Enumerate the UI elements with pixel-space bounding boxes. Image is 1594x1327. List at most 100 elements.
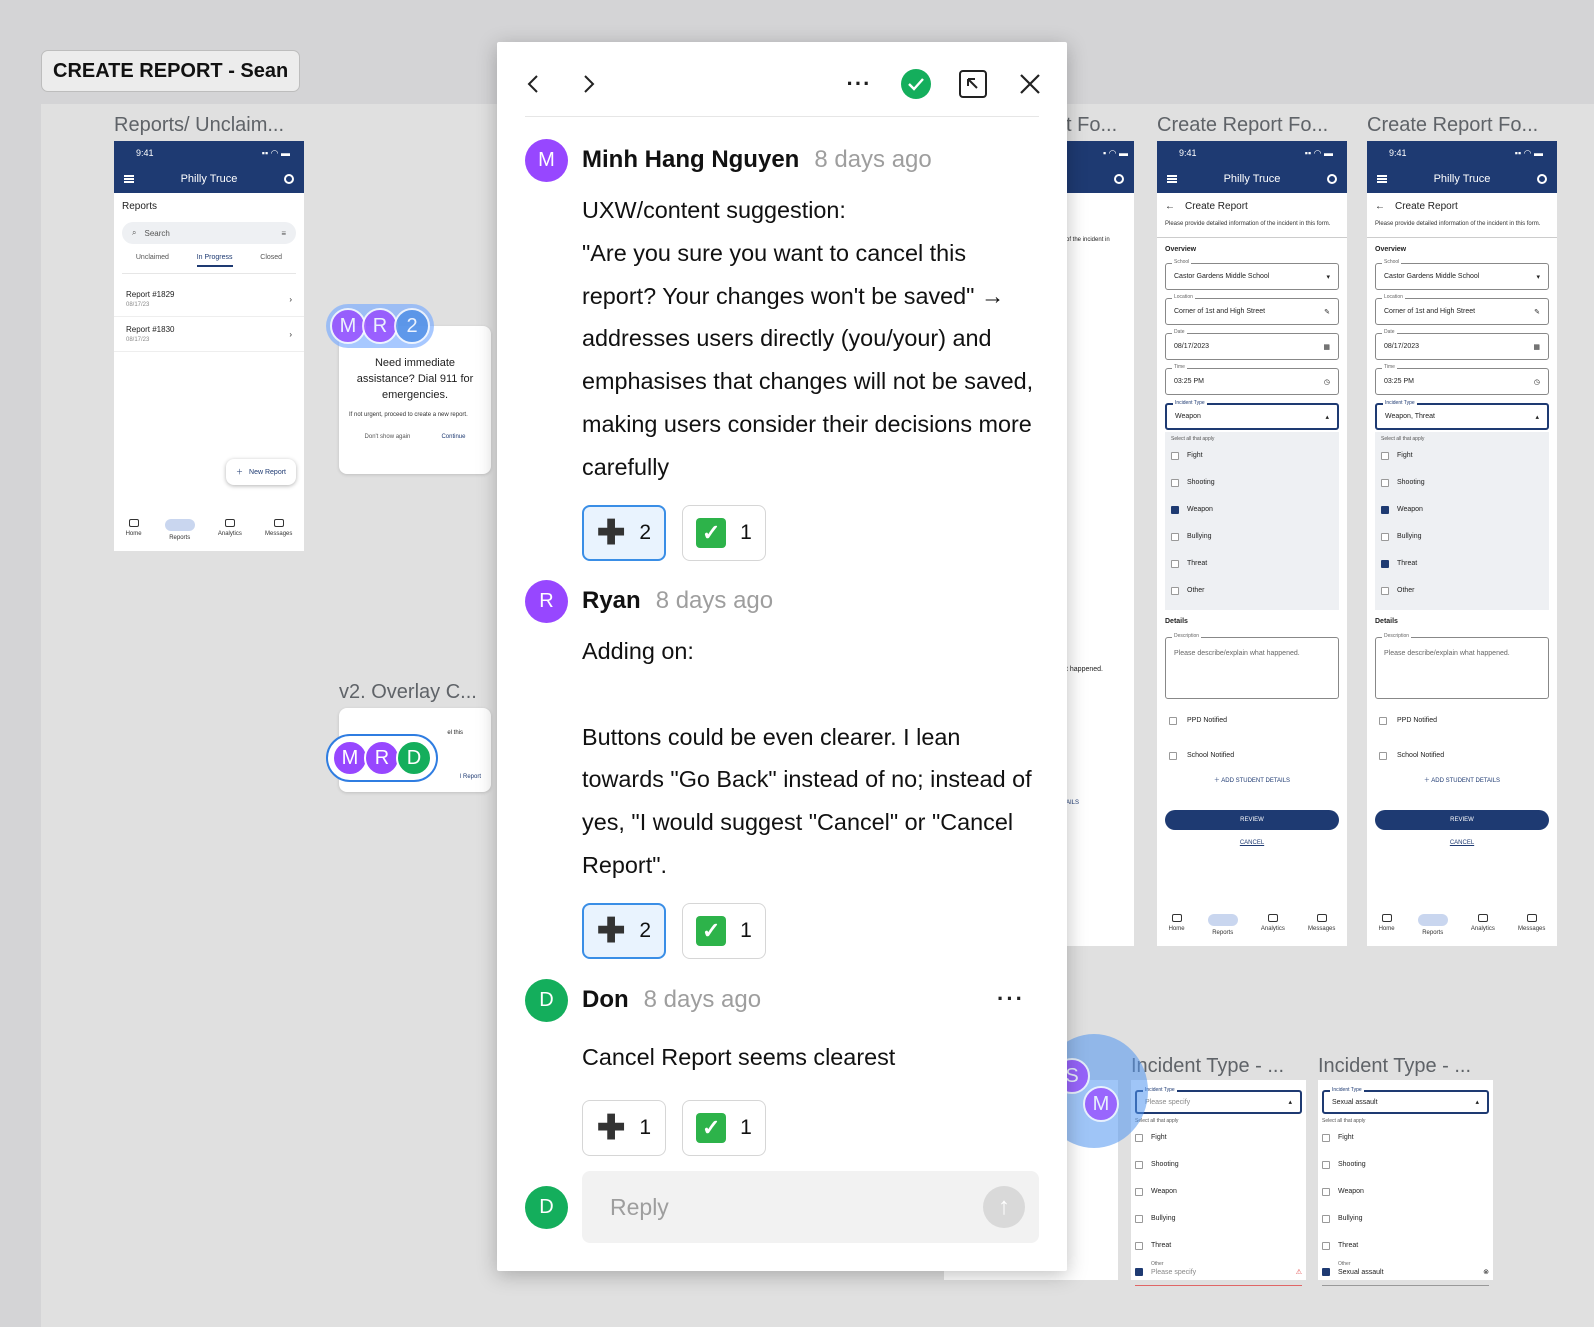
new-report-button[interactable]: ＋ New Report — [226, 459, 296, 485]
option-fight[interactable]: Fight — [1135, 1124, 1302, 1151]
account-icon[interactable] — [1536, 174, 1547, 184]
dont-show-again-button[interactable]: Don't show again — [365, 434, 411, 440]
nav-messages[interactable]: Messages — [1518, 914, 1545, 936]
other-specify-field[interactable]: Other Please specify ⚠ — [1135, 1259, 1302, 1286]
continue-button[interactable]: Continue — [441, 434, 465, 440]
incident-type-select[interactable]: Incident Type Sexual assault ▴ — [1322, 1087, 1489, 1114]
section-label[interactable]: CREATE REPORT - Sean — [41, 50, 301, 92]
description-field[interactable]: Description Please describe/explain what … — [1165, 633, 1339, 699]
date-field[interactable]: Date 08/17/2023 ▦ — [1375, 329, 1549, 360]
cancel-button[interactable]: CANCEL — [1157, 840, 1347, 846]
ppd-notified-checkbox[interactable]: PPD Notified — [1157, 703, 1347, 738]
option-bullying[interactable]: Bullying — [1322, 1205, 1489, 1232]
list-item[interactable]: Report #1829 08/17/23 › — [114, 282, 304, 317]
incident-type-select[interactable]: Incident Type Weapon, Threat ▴ — [1375, 400, 1549, 430]
emergency-dialog-frame[interactable]: Need immediate assistance? Dial 911 for … — [339, 326, 491, 474]
nav-home[interactable]: Home — [1169, 914, 1185, 936]
menu-icon[interactable] — [1167, 175, 1177, 183]
nav-analytics[interactable]: Analytics — [218, 519, 242, 541]
account-icon[interactable] — [1326, 174, 1337, 184]
nav-analytics[interactable]: Analytics — [1471, 914, 1495, 936]
option-threat[interactable]: Threat — [1322, 1232, 1489, 1259]
next-thread-button[interactable] — [569, 64, 609, 104]
option-shooting[interactable]: Shooting — [1381, 469, 1543, 496]
nav-messages[interactable]: Messages — [265, 519, 292, 541]
cancel-button[interactable]: CANCEL — [1367, 840, 1557, 846]
add-student-details-button[interactable]: ＋ ADD STUDENT DETAILS — [1367, 775, 1557, 784]
review-button[interactable]: REVIEW — [1165, 810, 1339, 830]
school-notified-checkbox[interactable]: School Notified — [1367, 738, 1557, 773]
option-fight[interactable]: Fight — [1381, 442, 1543, 469]
option-other[interactable]: Other — [1381, 577, 1543, 604]
date-field[interactable]: Date 08/17/2023 ▦ — [1165, 329, 1339, 360]
nav-reports[interactable]: Reports — [1207, 914, 1238, 936]
frame-label-create-1[interactable]: Create Report Fo... — [1157, 114, 1328, 137]
school-select[interactable]: School Castor Gardens Middle School ▾ — [1165, 259, 1339, 290]
presence-avatars-2[interactable]: M R D — [326, 734, 438, 782]
account-icon[interactable] — [1114, 174, 1124, 184]
option-weapon[interactable]: Weapon — [1135, 1178, 1302, 1205]
comment-more-icon[interactable]: ··· — [997, 986, 1025, 1012]
option-threat[interactable]: Threat — [1381, 550, 1543, 577]
reaction-check[interactable]: ✓ 1 — [682, 504, 766, 561]
back-header[interactable]: ← Create Report — [1157, 193, 1347, 220]
option-fight[interactable]: Fight — [1322, 1124, 1489, 1151]
frame-label-create-2[interactable]: Create Report Fo... — [1367, 114, 1538, 137]
reaction-plus-one[interactable]: ✚ 2 — [582, 902, 666, 959]
menu-icon[interactable] — [124, 175, 134, 183]
reaction-check[interactable]: ✓ 1 — [682, 902, 766, 959]
list-item[interactable]: Report #1830 08/17/23 › — [114, 317, 304, 352]
frame-label-create-partial[interactable]: t Fo... — [1066, 114, 1117, 137]
create-report-frame-1[interactable]: 9:41 ▪▪ ◠ ▬ Philly Truce ← Create Report P… — [1157, 141, 1347, 946]
option-weapon[interactable]: Weapon — [1381, 496, 1543, 523]
description-field[interactable]: Description Please describe/explain what … — [1375, 633, 1549, 699]
frame-label-incident-1[interactable]: Incident Type - ... — [1131, 1055, 1284, 1078]
account-icon[interactable] — [283, 174, 294, 184]
previous-thread-button[interactable] — [513, 64, 553, 104]
time-field[interactable]: Time 03:25 PM ◷ — [1165, 364, 1339, 395]
menu-icon[interactable] — [1377, 175, 1387, 183]
location-field[interactable]: Location Corner of 1st and High Street ✎ — [1375, 294, 1549, 325]
option-weapon[interactable]: Weapon — [1322, 1178, 1489, 1205]
reaction-plus-one[interactable]: ✚ 1 — [582, 1099, 666, 1156]
option-other[interactable]: Other — [1171, 577, 1333, 604]
nav-reports[interactable]: Reports — [164, 519, 195, 541]
ppd-notified-checkbox[interactable]: PPD Notified — [1367, 703, 1557, 738]
nav-home[interactable]: Home — [1379, 914, 1395, 936]
reply-input[interactable]: Reply ↑ — [582, 1171, 1039, 1243]
incident-type-card-2[interactable]: Incident Type Sexual assault ▴ Select all … — [1318, 1080, 1493, 1286]
close-button[interactable] — [1010, 64, 1050, 104]
nav-reports[interactable]: Reports — [1417, 914, 1448, 936]
frame-label-incident-2[interactable]: Incident Type - ... — [1318, 1055, 1471, 1078]
clear-icon[interactable]: ⊗ — [1483, 1268, 1489, 1276]
other-specify-field[interactable]: Other Sexual assault ⊗ — [1322, 1259, 1489, 1286]
create-report-frame-2[interactable]: 9:41 ▪▪ ◠ ▬ Philly Truce ← Create Report P… — [1367, 141, 1557, 946]
incident-type-select[interactable]: Incident Type Weapon ▴ — [1165, 400, 1339, 430]
frame-label-reports[interactable]: Reports/ Unclaim... — [114, 114, 284, 137]
presence-avatars-1[interactable]: M R 2 — [326, 304, 434, 348]
incident-type-select[interactable]: Incident Type Please specify ▴ — [1135, 1087, 1302, 1114]
option-weapon[interactable]: Weapon — [1171, 496, 1333, 523]
option-bullying[interactable]: Bullying — [1381, 523, 1543, 550]
option-shooting[interactable]: Shooting — [1322, 1151, 1489, 1178]
time-field[interactable]: Time 03:25 PM ◷ — [1375, 364, 1549, 395]
tab-unclaimed[interactable]: Unclaimed — [136, 254, 169, 267]
nav-home[interactable]: Home — [126, 519, 142, 541]
option-shooting[interactable]: Shooting — [1171, 469, 1333, 496]
filter-icon[interactable]: ≡ — [281, 229, 286, 238]
incident-type-card-1[interactable]: Incident Type Please specify ▴ Select all … — [1131, 1080, 1306, 1286]
option-bullying[interactable]: Bullying — [1135, 1205, 1302, 1232]
location-field[interactable]: Location Corner of 1st and High Street ✎ — [1165, 294, 1339, 325]
create-report-frame-partial[interactable]: ▪ ◠ ▬ of the incident in t happened. AIL… — [1066, 141, 1134, 946]
nav-messages[interactable]: Messages — [1308, 914, 1335, 936]
school-select[interactable]: School Castor Gardens Middle School ▾ — [1375, 259, 1549, 290]
reports-phone-frame[interactable]: 9:41 ▪▪ ◠ ▬ Philly Truce Reports ⌕ Search ≡… — [114, 141, 304, 551]
tab-closed[interactable]: Closed — [260, 254, 282, 267]
nav-analytics[interactable]: Analytics — [1261, 914, 1285, 936]
resolve-button[interactable] — [896, 64, 936, 104]
reaction-plus-one[interactable]: ✚ 2 — [582, 504, 666, 561]
school-notified-checkbox[interactable]: School Notified — [1157, 738, 1347, 773]
option-threat[interactable]: Threat — [1171, 550, 1333, 577]
collapse-button[interactable] — [953, 64, 993, 104]
add-student-details-button[interactable]: ＋ ADD STUDENT DETAILS — [1157, 775, 1347, 784]
